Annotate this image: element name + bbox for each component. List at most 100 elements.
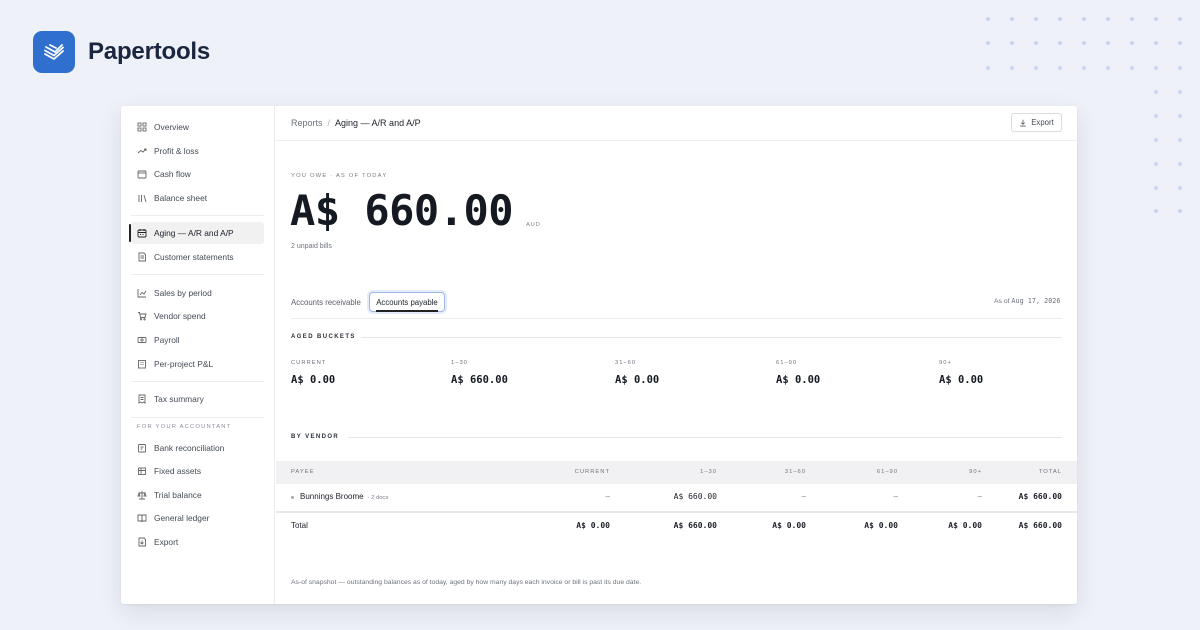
decorative-dot xyxy=(1178,138,1182,142)
decorative-dot xyxy=(1154,162,1158,166)
decorative-dot xyxy=(1178,162,1182,166)
total-31-60: A$ 0.00 xyxy=(772,521,806,530)
active-tab-underline xyxy=(376,310,438,312)
decorative-dot xyxy=(1154,209,1158,213)
decorative-dot xyxy=(1178,66,1182,70)
sidebar-item-cash-flow[interactable]: Cash flow xyxy=(131,163,264,185)
tab-accounts-receivable[interactable]: Accounts receivable xyxy=(291,292,361,312)
aged-buckets-heading: AGED BUCKETS xyxy=(291,334,356,340)
sidebar-item-label: Sales by period xyxy=(154,288,212,298)
by-vendor-heading: BY VENDOR xyxy=(291,434,340,440)
export-icon xyxy=(137,537,147,547)
accountant-section-heading: FOR YOUR ACCOUNTANT xyxy=(137,424,232,430)
as-of-value: Aug 17, 2026 xyxy=(1011,297,1061,305)
sidebar-item-tax-summary[interactable]: Tax summary xyxy=(131,388,264,410)
section-rule xyxy=(361,337,1062,338)
bucket-current-label: CURRENT xyxy=(291,360,327,366)
sidebar-item-bank-reconciliation[interactable]: Bank reconciliation xyxy=(131,437,264,459)
sidebar-item-export[interactable]: Export xyxy=(131,531,264,553)
sidebar-item-label: Tax summary xyxy=(154,394,204,404)
document-icon xyxy=(137,252,147,262)
sidebar-item-balance-sheet[interactable]: Balance sheet xyxy=(131,187,264,209)
columns-icon xyxy=(137,193,147,203)
column-header-31-60: 31–60 xyxy=(784,469,806,475)
sidebar-item-overview[interactable]: Overview xyxy=(131,116,264,138)
bucket-90-plus-label: 90+ xyxy=(939,360,952,366)
doc-count: · 2 docs xyxy=(367,495,389,501)
as-of-date: As of Aug 17, 2026 xyxy=(994,297,1061,305)
sidebar-item-label: Per-project P&L xyxy=(154,359,214,369)
grid-icon xyxy=(137,122,147,132)
as-of-prefix: As of xyxy=(994,298,1010,305)
tab-accounts-payable[interactable]: Accounts payable xyxy=(369,292,445,312)
sidebar-divider xyxy=(131,215,264,216)
decorative-dot xyxy=(1178,186,1182,190)
sidebar-item-label: Profit & loss xyxy=(154,146,199,156)
sidebar-item-fixed-assets[interactable]: Fixed assets xyxy=(131,460,264,482)
sidebar-item-label: Export xyxy=(154,537,179,547)
scale-icon xyxy=(137,490,147,500)
decorative-dot xyxy=(1154,114,1158,118)
sidebar-item-label: Customer statements xyxy=(154,252,234,262)
table-row[interactable]: Bunnings Broome · 2 docs xyxy=(300,492,388,501)
sidebar-item-label: Overview xyxy=(154,122,189,132)
sidebar-item-label: Payroll xyxy=(154,335,180,345)
decorative-dot xyxy=(1154,186,1158,190)
sidebar-item-customer-statements[interactable]: Customer statements xyxy=(131,246,264,268)
column-header-61-90: 61–90 xyxy=(876,469,898,475)
cart-icon xyxy=(137,311,147,321)
bucket-1-30-value: A$ 660.00 xyxy=(451,374,508,386)
decorative-dot xyxy=(1130,41,1134,45)
row-current: – xyxy=(605,492,610,501)
sidebar-item-sales-by-period[interactable]: Sales by period xyxy=(131,282,264,304)
sidebar-item-label: Vendor spend xyxy=(154,311,206,321)
column-header-total: TOTAL xyxy=(1038,469,1062,475)
sidebar-item-aging[interactable]: Aging — A/R and A/P xyxy=(131,222,264,244)
decorative-dot xyxy=(1154,41,1158,45)
brand-name: Papertools xyxy=(88,38,211,65)
banknote-icon xyxy=(137,335,147,345)
breadcrumb-reports-link[interactable]: Reports xyxy=(291,118,323,128)
row-1-30: A$ 660.00 xyxy=(673,492,717,501)
brand: Papertools xyxy=(33,31,210,73)
export-button[interactable]: Export xyxy=(1011,113,1062,132)
receipt-icon xyxy=(137,394,147,404)
total-1-30: A$ 660.00 xyxy=(673,521,717,530)
column-header-90-plus: 90+ xyxy=(969,469,982,475)
decorative-dot xyxy=(1130,66,1134,70)
sidebar-item-profit-loss[interactable]: Profit & loss xyxy=(131,140,264,162)
trend-icon xyxy=(137,146,147,156)
sidebar-item-payroll[interactable]: Payroll xyxy=(131,329,264,351)
top-bar: Reports / Aging — A/R and A/P Export xyxy=(276,106,1077,141)
wallet-icon xyxy=(137,169,147,179)
decorative-dot xyxy=(1154,138,1158,142)
download-icon xyxy=(1020,119,1027,126)
breadcrumb: Reports / Aging — A/R and A/P xyxy=(291,118,421,128)
decorative-dot xyxy=(1010,41,1014,45)
column-header-1-30: 1–30 xyxy=(700,469,717,475)
column-header-payee: PAYEE xyxy=(291,469,315,475)
decorative-dot xyxy=(1154,17,1158,21)
footnote: As-of snapshot — outstanding balances as… xyxy=(291,579,642,586)
breadcrumb-current: Aging — A/R and A/P xyxy=(335,118,421,128)
sidebar-item-label: Fixed assets xyxy=(154,466,202,476)
sidebar-item-general-ledger[interactable]: General ledger xyxy=(131,507,264,529)
bucket-31-60-value: A$ 0.00 xyxy=(615,374,660,386)
decorative-dot xyxy=(1154,90,1158,94)
sidebar-item-trial-balance[interactable]: Trial balance xyxy=(131,484,264,506)
decorative-dot xyxy=(1034,17,1038,21)
decorative-dot xyxy=(986,17,990,21)
payee-name: Bunnings Broome xyxy=(300,492,364,501)
breadcrumb-separator: / xyxy=(327,118,331,128)
bucket-1-30-label: 1–30 xyxy=(451,360,468,366)
total-separator xyxy=(276,511,1077,513)
amount-owed: A$ 660.00 xyxy=(290,186,514,235)
decorative-dot xyxy=(1154,66,1158,70)
sidebar-item-vendor-spend[interactable]: Vendor spend xyxy=(131,305,264,327)
sidebar-item-label: Cash flow xyxy=(154,169,191,179)
sidebar-item-per-project-pl[interactable]: Per-project P&L xyxy=(131,353,264,375)
app-window: Overview Profit & loss Cash flow Balance… xyxy=(121,106,1077,604)
bucket-61-90-label: 61–90 xyxy=(776,360,798,366)
sidebar-item-label: Aging — A/R and A/P xyxy=(154,228,234,238)
total-current: A$ 0.00 xyxy=(576,521,610,530)
